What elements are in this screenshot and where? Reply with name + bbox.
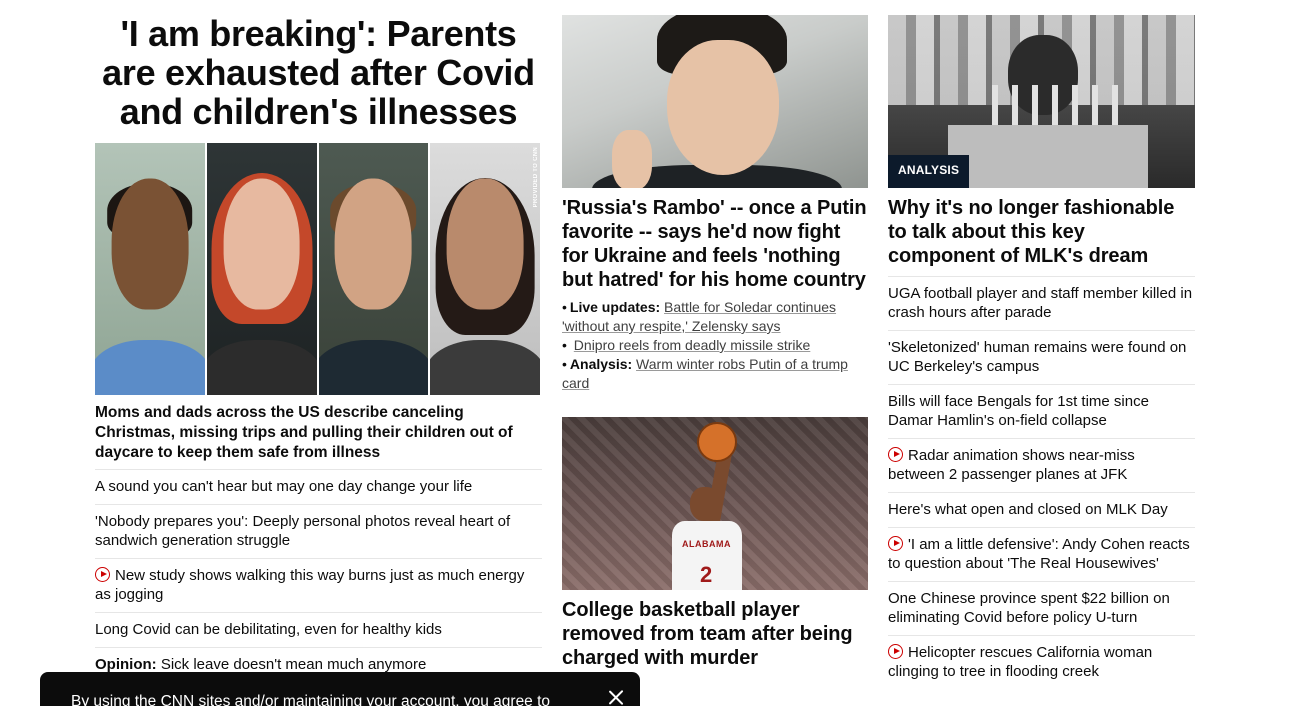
russia-rambo-headline[interactable]: 'Russia's Rambo' -- once a Putin favorit…	[562, 196, 868, 292]
list-item[interactable]: Bills will face Bengals for 1st time sin…	[888, 384, 1195, 438]
bullet-link[interactable]: Dnipro reels from deadly missile strike	[574, 337, 811, 353]
play-circle-icon	[95, 567, 110, 582]
list-item-text[interactable]: 'Nobody prepares you': Deeply personal p…	[95, 513, 510, 549]
list-item-text[interactable]: 'Skeletonized' human remains were found …	[888, 339, 1186, 375]
left-column: 'I am breaking': Parents are exhausted a…	[95, 0, 542, 682]
list-item-text[interactable]: 'I am a little defensive': Andy Cohen re…	[888, 536, 1190, 572]
live-updates-label: Live updates:	[569, 299, 661, 315]
bullet-item: • Analysis: Warm winter robs Putin of a t…	[562, 356, 848, 391]
cookie-consent-banner: By using the CNN sites and/or maintainin…	[40, 672, 640, 706]
list-item[interactable]: Long Covid can be debilitating, even for…	[95, 612, 542, 647]
hero-dek[interactable]: Moms and dads across the US describe can…	[95, 403, 542, 469]
list-item-text[interactable]: Bills will face Bengals for 1st time sin…	[888, 393, 1149, 429]
bullet-item: • Live updates: Battle for Soledar contin…	[562, 299, 837, 334]
list-item[interactable]: Here's what open and closed on MLK Day	[888, 492, 1195, 527]
list-item[interactable]: 'I am a little defensive': Andy Cohen re…	[888, 527, 1195, 581]
list-item-text[interactable]: One Chinese province spent $22 billion o…	[888, 590, 1170, 626]
hero-headline-link[interactable]: 'I am breaking': Parents are exhausted a…	[102, 13, 535, 132]
russia-rambo-image[interactable]	[562, 15, 868, 188]
hero-headline[interactable]: 'I am breaking': Parents are exhausted a…	[95, 14, 542, 131]
photo-credit: PROVIDED TO CNN	[533, 147, 539, 208]
cookie-consent-text: By using the CNN sites and/or maintainin…	[71, 693, 551, 706]
bullet-item: • Dnipro reels from deadly missile strik…	[562, 337, 811, 353]
middle-column: 'Russia's Rambo' -- once a Putin favorit…	[562, 0, 868, 670]
play-circle-icon	[888, 644, 903, 659]
list-item-text[interactable]: Here's what open and closed on MLK Day	[888, 501, 1168, 518]
analysis-label: Analysis:	[569, 356, 633, 372]
jersey-team: ALABAMA	[682, 539, 731, 549]
list-item[interactable]: A sound you can't hear but may one day c…	[95, 469, 542, 504]
list-item-text[interactable]: A sound you can't hear but may one day c…	[95, 478, 472, 495]
basketball-headline[interactable]: College basketball player removed from t…	[562, 598, 868, 670]
right-column: ANALYSIS Why it's no longer fashionable …	[888, 0, 1195, 689]
portrait-redhead-woman	[206, 143, 319, 395]
mlk-headline[interactable]: Why it's no longer fashionable to talk a…	[888, 196, 1195, 268]
mlk-image[interactable]: ANALYSIS	[888, 15, 1195, 188]
basketball-image[interactable]: ALABAMA 2	[562, 417, 868, 590]
play-circle-icon	[888, 447, 903, 462]
opinion-label: Opinion:	[95, 656, 157, 673]
list-item-text[interactable]: Long Covid can be debilitating, even for…	[95, 621, 442, 638]
related-bullets: • Live updates: Battle for Soledar contin…	[562, 298, 868, 393]
list-item[interactable]: Helicopter rescues California woman clin…	[888, 635, 1195, 689]
portrait-man	[95, 143, 207, 395]
list-item[interactable]: 'Nobody prepares you': Deeply personal p…	[95, 504, 542, 558]
portrait-man-2	[318, 143, 431, 395]
list-item-text[interactable]: New study shows walking this way burns j…	[95, 567, 524, 603]
list-item[interactable]: One Chinese province spent $22 billion o…	[888, 581, 1195, 635]
list-item-text[interactable]: Helicopter rescues California woman clin…	[888, 644, 1152, 680]
list-item[interactable]: 'Skeletonized' human remains were found …	[888, 330, 1195, 384]
play-circle-icon	[888, 536, 903, 551]
list-item[interactable]: UGA football player and staff member kil…	[888, 276, 1195, 330]
analysis-badge: ANALYSIS	[888, 155, 970, 188]
right-link-list: UGA football player and staff member kil…	[888, 276, 1195, 689]
hero-image[interactable]: PROVIDED TO CNN	[95, 143, 542, 395]
close-icon[interactable]	[608, 689, 624, 705]
jersey-number: 2	[700, 562, 713, 587]
list-item-text[interactable]: Sick leave doesn't mean much anymore	[161, 656, 427, 673]
left-link-list: A sound you can't hear but may one day c…	[95, 469, 542, 682]
portrait-woman	[430, 143, 542, 395]
list-item-text[interactable]: UGA football player and staff member kil…	[888, 285, 1192, 321]
list-item-text[interactable]: Radar animation shows near-miss between …	[888, 447, 1135, 483]
list-item[interactable]: Radar animation shows near-miss between …	[888, 438, 1195, 492]
list-item[interactable]: New study shows walking this way burns j…	[95, 558, 542, 612]
